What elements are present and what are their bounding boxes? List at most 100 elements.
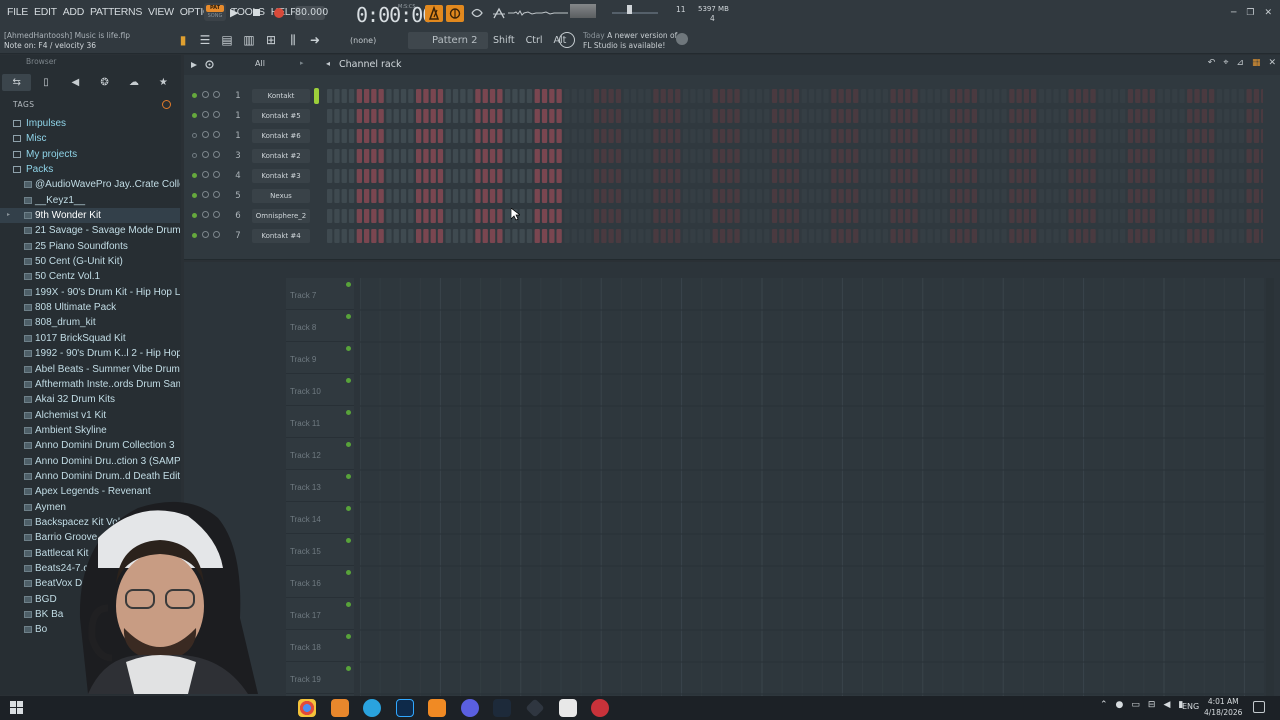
- browser-item[interactable]: Packs: [0, 162, 180, 177]
- pan-knob[interactable]: [202, 191, 209, 198]
- mixer-track-number[interactable]: 3: [231, 149, 245, 163]
- swing-icon[interactable]: [205, 60, 214, 69]
- channel-name-button[interactable]: Kontakt #6: [252, 129, 310, 143]
- track-mute-led[interactable]: [346, 410, 351, 415]
- loop-record-icon[interactable]: [492, 6, 506, 20]
- channel-row[interactable]: 6 Omnisphere_2: [184, 206, 1280, 226]
- expand-arrow-icon[interactable]: ▸: [7, 208, 10, 223]
- mixer-track-number[interactable]: 4: [231, 169, 245, 183]
- photoshop-icon[interactable]: [396, 699, 414, 717]
- mixer-icon[interactable]: ⊞: [263, 32, 279, 48]
- channel-row[interactable]: 5 Nexus: [184, 186, 1280, 206]
- browser-speaker-icon[interactable]: ◀: [61, 74, 90, 91]
- channel-name-button[interactable]: Kontakt #5: [252, 109, 310, 123]
- browser-item[interactable]: Impulses: [0, 116, 180, 131]
- rack-grid-icon[interactable]: ▦: [1252, 58, 1261, 68]
- browser-item[interactable]: Akai 32 Drum Kits: [0, 392, 180, 407]
- track-mute-led[interactable]: [346, 570, 351, 575]
- track-mute-led[interactable]: [346, 602, 351, 607]
- time-display[interactable]: 0:00:00: [356, 3, 434, 27]
- channel-name-button[interactable]: Kontakt #3: [252, 169, 310, 183]
- mute-led[interactable]: [192, 93, 197, 98]
- channel-row[interactable]: 1 Kontakt #5: [184, 106, 1280, 126]
- step-sequencer[interactable]: [327, 229, 1263, 243]
- browser-item[interactable]: Abel Beats - Summer Vibe Drum Kit: [0, 362, 180, 377]
- mixer-track-number[interactable]: 1: [231, 109, 245, 123]
- volume-knob[interactable]: [213, 111, 220, 118]
- tempo-display[interactable]: 80.000: [295, 6, 328, 20]
- channel-select-indicator[interactable]: [314, 128, 319, 144]
- shift-key[interactable]: Shift: [493, 35, 515, 46]
- piano-roll-icon[interactable]: ▤: [219, 32, 235, 48]
- record-button[interactable]: [274, 8, 284, 18]
- gear-icon[interactable]: [676, 33, 688, 45]
- playlist-track-header[interactable]: Track 7: [286, 278, 354, 310]
- mute-led[interactable]: [192, 133, 197, 138]
- snap-selector[interactable]: (none): [350, 36, 376, 45]
- mixer-track-number[interactable]: 6: [231, 209, 245, 223]
- browser-item[interactable]: 25 Piano Soundfonts: [0, 239, 180, 254]
- browser-item[interactable]: 199X - 90's Drum Kit - Hip Hop Lofi: [0, 285, 180, 300]
- windows-start-icon[interactable]: [10, 701, 23, 714]
- filter-arrow-icon[interactable]: ▸: [300, 59, 304, 67]
- browser-item[interactable]: Ambient Skyline: [0, 423, 180, 438]
- browser-item[interactable]: Misc: [0, 131, 180, 146]
- menu-patterns[interactable]: PATTERNS: [87, 6, 145, 18]
- obs-icon[interactable]: [591, 699, 609, 717]
- channel-select-indicator[interactable]: [314, 108, 319, 124]
- fl-studio-icon[interactable]: [428, 699, 446, 717]
- channel-row[interactable]: 1 Kontakt #6: [184, 126, 1280, 146]
- close-icon[interactable]: ✕: [1264, 8, 1272, 18]
- pan-knob[interactable]: [202, 151, 209, 158]
- channel-select-indicator[interactable]: [314, 208, 319, 224]
- channel-row[interactable]: 1 Kontakt: [184, 86, 1280, 106]
- blend-notes-toggle[interactable]: [446, 5, 464, 22]
- browser-item[interactable]: 1017 BrickSquad Kit: [0, 331, 180, 346]
- track-mute-led[interactable]: [346, 506, 351, 511]
- volume-knob[interactable]: [213, 171, 220, 178]
- step-sequencer[interactable]: [327, 89, 1263, 103]
- vlc-icon[interactable]: [331, 699, 349, 717]
- browser-plugin-icon[interactable]: ❂: [90, 74, 119, 91]
- taskbar-clock[interactable]: 4:01 AM 4/18/2026: [1204, 696, 1242, 718]
- mixer-track-number[interactable]: 7: [231, 229, 245, 243]
- step-sequencer[interactable]: [327, 209, 1263, 223]
- language-indicator[interactable]: ENG: [1182, 702, 1199, 711]
- channel-select-indicator[interactable]: [314, 88, 319, 104]
- search-icon[interactable]: [162, 100, 171, 109]
- volume-icon[interactable]: ◀: [1163, 700, 1170, 710]
- browser-cloud-icon[interactable]: ☁: [119, 74, 148, 91]
- browser-item[interactable]: 50 Cent (G-Unit Kit): [0, 254, 180, 269]
- track-mute-led[interactable]: [346, 474, 351, 479]
- rack-back-icon[interactable]: ↶: [1208, 58, 1216, 68]
- browser-file-icon[interactable]: ▯: [31, 74, 60, 91]
- browser-item[interactable]: @AudioWavePro Jay..Crate Collection: [0, 177, 180, 192]
- channel-row[interactable]: 7 Kontakt #4: [184, 226, 1280, 246]
- browser-item[interactable]: 808 Ultimate Pack: [0, 300, 180, 315]
- track-mute-led[interactable]: [346, 538, 351, 543]
- volume-knob[interactable]: [213, 191, 220, 198]
- playlist-track-header[interactable]: Track 8: [286, 310, 354, 342]
- pan-knob[interactable]: [202, 131, 209, 138]
- browser-item[interactable]: My projects: [0, 147, 180, 162]
- browser-item[interactable]: 1992 - 90's Drum K..l 2 - Hip Hop Lofi: [0, 346, 180, 361]
- metronome-toggle[interactable]: [425, 5, 443, 22]
- volume-knob[interactable]: [213, 231, 220, 238]
- notification-icon[interactable]: [1253, 701, 1265, 713]
- volume-knob[interactable]: [213, 91, 220, 98]
- rack-close-icon[interactable]: ✕: [1268, 58, 1276, 68]
- menu-view[interactable]: VIEW: [145, 6, 177, 18]
- ctrl-key[interactable]: Ctrl: [526, 35, 543, 46]
- telegram-icon[interactable]: [363, 699, 381, 717]
- browser-item[interactable]: Anno Domini Drum..d Death Edition 3: [0, 469, 180, 484]
- stop-button[interactable]: [253, 9, 260, 16]
- rack-menu-arrow-icon[interactable]: [190, 61, 198, 69]
- rack-toggle-icon[interactable]: ◂: [326, 59, 330, 68]
- browser-item[interactable]: ▸ 9th Wonder Kit: [0, 208, 180, 224]
- track-mute-led[interactable]: [346, 378, 351, 383]
- steam-icon[interactable]: [493, 699, 511, 717]
- menu-add[interactable]: ADD: [60, 6, 87, 18]
- mute-led[interactable]: [192, 233, 197, 238]
- pat-song-toggle[interactable]: PAT SONG: [204, 3, 226, 21]
- playlist-grid[interactable]: [360, 278, 1264, 696]
